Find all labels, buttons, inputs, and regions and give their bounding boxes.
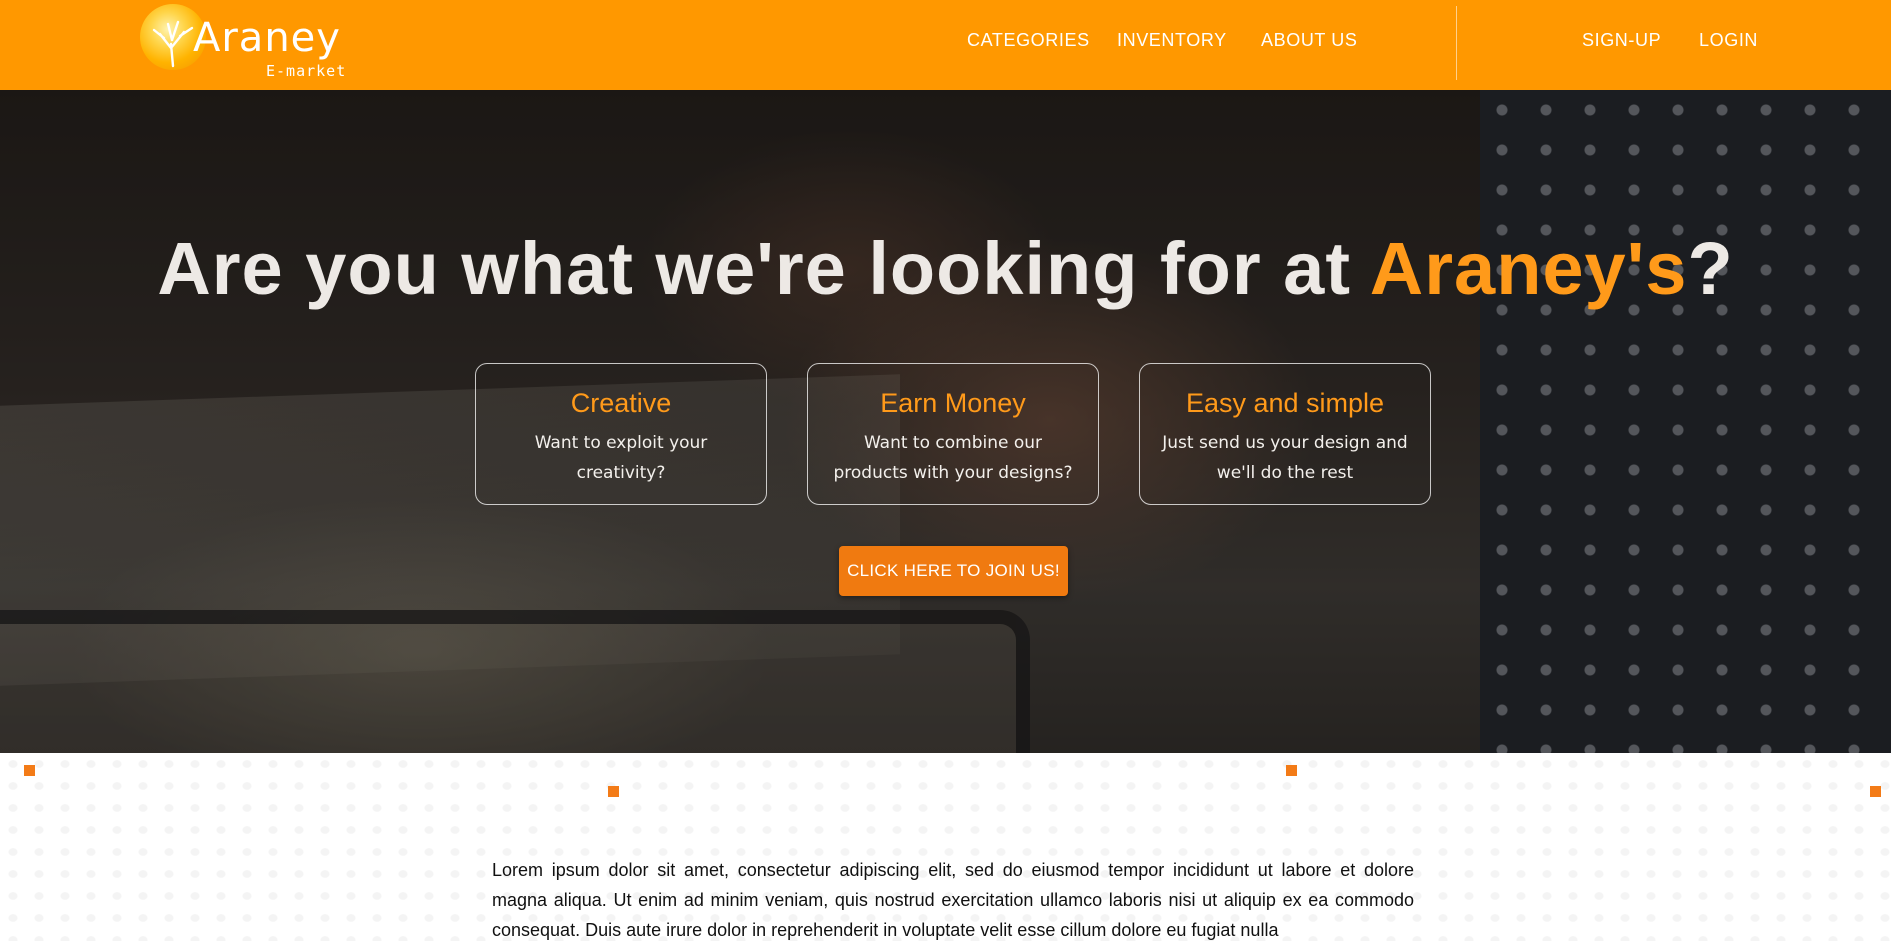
hero-title: Are you what we're looking for at Araney…	[0, 226, 1891, 311]
feature-title: Earn Money	[880, 388, 1026, 418]
feature-card-easy-simple: Easy and simple Just send us your design…	[1139, 363, 1431, 505]
nav-categories[interactable]: CATEGORIES	[967, 30, 1090, 51]
main-nav: CATEGORIES INVENTORY ABOUT US SIGN-UP LO…	[0, 30, 1891, 54]
feature-title: Easy and simple	[1185, 388, 1385, 418]
logo-subtitle: E-market	[266, 62, 347, 80]
feature-card-earn-money: Earn Money Want to combine our products …	[807, 363, 1099, 505]
intro-paragraph: Lorem ipsum dolor sit amet, consectetur …	[492, 860, 1414, 940]
decorative-square	[1286, 765, 1297, 776]
join-us-button[interactable]: CLICK HERE TO JOIN US!	[839, 546, 1068, 596]
decorative-square	[608, 786, 619, 797]
feature-title: Creative	[570, 388, 672, 418]
nav-sign-up[interactable]: SIGN-UP	[1582, 30, 1661, 51]
feature-description: Want to exploit your creativity?	[534, 433, 708, 483]
feature-description: Want to combine our products with your d…	[833, 433, 1073, 483]
hero-title-suffix: ?	[1687, 227, 1734, 310]
nav-divider	[1456, 6, 1457, 80]
feature-card-creative: Creative Want to exploit your creativity…	[475, 363, 767, 505]
decorative-square	[1870, 786, 1881, 797]
hero-section: Are you what we're looking for at Araney…	[0, 90, 1891, 753]
navbar: Araney E-market CATEGORIES INVENTORY ABO…	[0, 0, 1891, 90]
nav-about-us[interactable]: ABOUT US	[1261, 30, 1358, 51]
nav-inventory[interactable]: INVENTORY	[1117, 30, 1227, 51]
feature-description: Just send us your design and we'll do th…	[1162, 433, 1408, 483]
decorative-square	[24, 765, 35, 776]
content-section: Lorem ipsum dolor sit amet, consectetur …	[0, 753, 1891, 941]
nav-login[interactable]: LOGIN	[1699, 30, 1758, 51]
hero-title-brand: Araney's	[1369, 227, 1688, 310]
hero-title-prefix: Are you what we're looking for at	[157, 227, 1370, 310]
